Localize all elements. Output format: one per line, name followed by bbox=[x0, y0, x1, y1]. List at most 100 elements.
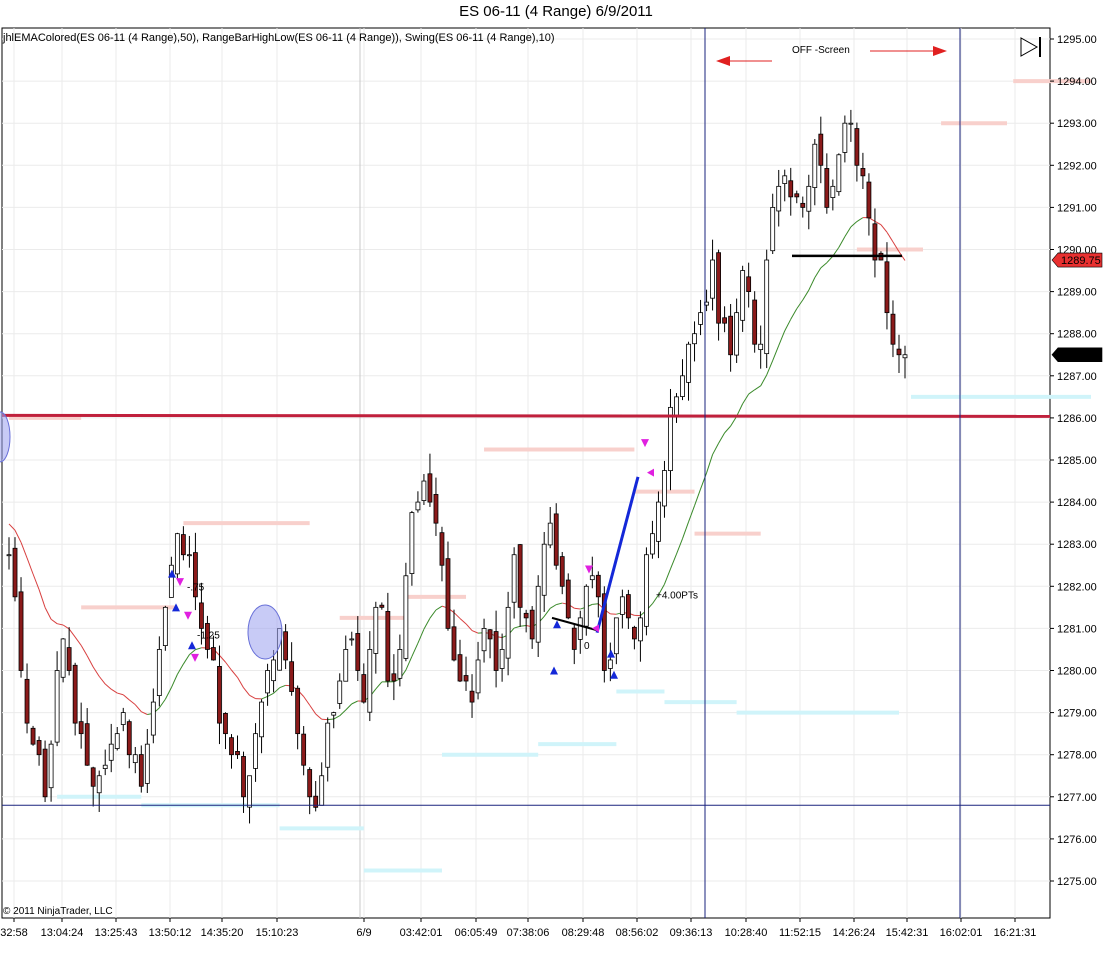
up-bar bbox=[6, 554, 12, 557]
up-bar bbox=[806, 185, 812, 212]
up-bar bbox=[692, 333, 697, 345]
up-bar bbox=[698, 312, 703, 325]
up-bar bbox=[114, 733, 120, 749]
up-bar bbox=[349, 638, 355, 641]
up-bar bbox=[156, 649, 162, 696]
down-bar bbox=[427, 473, 433, 503]
key-level-line bbox=[1, 413, 1051, 418]
up-bar bbox=[758, 343, 764, 351]
down-bar bbox=[84, 723, 90, 766]
up-bar bbox=[60, 638, 66, 678]
up-bar bbox=[475, 659, 481, 694]
down-bar bbox=[78, 721, 84, 735]
up-bar bbox=[325, 722, 331, 768]
up-bar bbox=[132, 754, 138, 764]
down-bar bbox=[746, 276, 752, 292]
x-tick-label: 32:58 bbox=[0, 927, 28, 939]
down-bar bbox=[72, 664, 78, 724]
up-bar bbox=[168, 564, 174, 598]
down-bar bbox=[66, 647, 72, 671]
price-marker-black: 1287.50 bbox=[1051, 347, 1103, 363]
down-bar bbox=[860, 168, 866, 177]
up-bar bbox=[373, 606, 379, 654]
down-bar bbox=[896, 348, 902, 356]
up-bar bbox=[271, 659, 276, 682]
y-tick-label: 1286.00 bbox=[1057, 413, 1097, 425]
copyright-text: © 2011 NinjaTrader, LLC bbox=[3, 906, 113, 917]
y-tick-label: 1285.00 bbox=[1057, 455, 1097, 467]
x-tick-label: 6/9 bbox=[356, 927, 371, 939]
up-bar bbox=[397, 649, 403, 679]
down-bar bbox=[890, 313, 896, 345]
down-bar bbox=[199, 602, 204, 629]
chart-grid bbox=[1, 27, 1051, 919]
down-bar bbox=[818, 133, 824, 166]
up-bar bbox=[547, 522, 553, 546]
down-bar bbox=[445, 558, 451, 629]
y-tick-label: 1291.00 bbox=[1057, 202, 1097, 214]
x-tick-label: 14:35:20 bbox=[201, 927, 244, 939]
down-bar bbox=[391, 673, 397, 682]
down-bar bbox=[529, 609, 535, 640]
y-tick-label: 1295.00 bbox=[1057, 34, 1097, 46]
y-tick-label: 1283.00 bbox=[1057, 539, 1097, 551]
up-bar bbox=[812, 143, 818, 188]
y-tick-label: 1293.00 bbox=[1057, 118, 1097, 130]
down-bar bbox=[469, 690, 475, 703]
x-tick-label: 08:29:48 bbox=[562, 927, 605, 939]
up-bar bbox=[150, 701, 156, 736]
down-bar bbox=[211, 647, 216, 661]
up-bar bbox=[499, 649, 505, 669]
down-bar bbox=[517, 544, 523, 608]
up-bar bbox=[415, 501, 421, 511]
chart-annotation: 0 bbox=[584, 641, 590, 652]
up-bar bbox=[367, 649, 373, 713]
chart-annotation: -1.25 bbox=[197, 631, 220, 642]
down-bar bbox=[824, 168, 830, 208]
price-chart[interactable]: -.75 -1.25 0 +4.00PTs 1275.00 1276.00 1277.00… bbox=[0, 0, 1112, 965]
y-tick-label: 1294.00 bbox=[1057, 76, 1097, 88]
indicator-label: jhlEMAColored(ES 06-11 (4 Range),50), Ra… bbox=[3, 32, 555, 44]
down-bar bbox=[433, 494, 439, 524]
down-bar bbox=[385, 610, 391, 682]
up-bar bbox=[764, 259, 770, 355]
up-bar bbox=[830, 185, 836, 198]
down-bar bbox=[307, 769, 313, 798]
y-tick-label: 1289.00 bbox=[1057, 287, 1097, 299]
up-bar bbox=[638, 617, 643, 642]
up-bar bbox=[662, 470, 667, 507]
x-tick-label: 06:05:49 bbox=[455, 927, 498, 939]
up-bar bbox=[259, 701, 264, 738]
x-tick-label: 07:38:06 bbox=[507, 927, 550, 939]
down-bar bbox=[355, 633, 361, 671]
down-bar bbox=[523, 612, 529, 619]
down-bar bbox=[30, 727, 36, 745]
up-bar bbox=[511, 554, 517, 603]
up-bar bbox=[120, 712, 126, 725]
down-bar bbox=[493, 631, 499, 671]
up-bar bbox=[265, 670, 270, 694]
up-bar bbox=[54, 670, 60, 743]
ema-segment bbox=[592, 603, 599, 605]
down-bar bbox=[301, 733, 307, 766]
up-bar bbox=[481, 628, 487, 652]
up-bar bbox=[162, 606, 168, 647]
down-bar bbox=[595, 574, 601, 598]
price-marker-red: 1289.75 bbox=[1051, 252, 1103, 268]
y-tick-label: 1278.00 bbox=[1057, 750, 1097, 762]
y-tick-label: 1275.00 bbox=[1057, 876, 1097, 888]
y-tick-label: 1288.00 bbox=[1057, 329, 1097, 341]
x-tick-label: 03:42:01 bbox=[400, 927, 443, 939]
down-bar bbox=[180, 534, 186, 556]
down-bar bbox=[235, 751, 240, 756]
up-bar bbox=[577, 617, 583, 640]
up-bar bbox=[782, 175, 788, 184]
y-tick-label: 1284.00 bbox=[1057, 497, 1097, 509]
x-tick-label: 16:21:31 bbox=[994, 927, 1037, 939]
down-bar bbox=[884, 261, 890, 314]
price-marker-red-label: 1289.75 bbox=[1061, 255, 1101, 267]
plot-frame bbox=[1, 27, 1051, 919]
up-bar bbox=[102, 764, 108, 770]
up-bar bbox=[421, 480, 427, 501]
chart-annotation: +4.00PTs bbox=[656, 591, 698, 602]
